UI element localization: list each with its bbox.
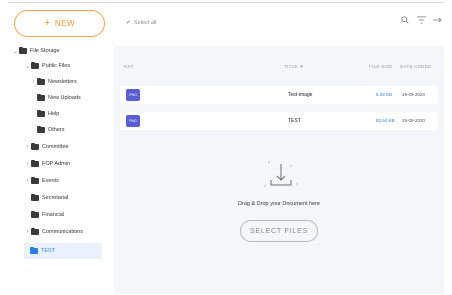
new-button-label: NEW <box>54 19 76 28</box>
file-title: Test-image <box>288 92 313 98</box>
new-button[interactable]: + NEW <box>14 10 105 37</box>
drop-zone[interactable]: Drag & Drop your Document here SELECT FI… <box>114 146 444 246</box>
tree-item-secretarial[interactable]: Secretarial <box>31 191 68 205</box>
png-file-icon: PNG <box>126 115 140 127</box>
tree-item-others[interactable]: Others <box>37 123 65 137</box>
file-list-panel: EXT TITLE ▼ FILE SIZE DATE ADDED PNG Tes… <box>114 46 444 294</box>
tree-item-public-files[interactable]: ⌄ Public Files <box>24 59 70 73</box>
select-files-button[interactable]: SELECT FILES <box>240 220 318 242</box>
folder-icon <box>37 77 45 85</box>
tree-item-label: FOP Admin <box>42 161 71 167</box>
table-row[interactable]: PNG Test-image 6.28 KB 29-09-2020 <box>120 86 438 104</box>
file-title: TEST <box>288 118 301 124</box>
folder-icon <box>31 159 39 167</box>
tree-item-test[interactable]: TEST <box>24 243 102 259</box>
toolbar-icons <box>400 15 442 25</box>
check-icon: ✔ <box>126 20 132 26</box>
tree-item-label: Communications <box>42 229 83 235</box>
column-header-file-size[interactable]: FILE SIZE <box>369 64 392 69</box>
folder-icon <box>19 46 27 54</box>
folder-icon <box>37 125 45 133</box>
chevron-right-icon[interactable]: › <box>24 229 31 235</box>
tree-item-label: Others <box>48 127 65 133</box>
column-header-ext[interactable]: EXT <box>124 64 134 69</box>
tree-item-label: Secretarial <box>42 195 69 201</box>
tree-item-label: Financial <box>42 212 65 218</box>
select-all-button[interactable]: ✔ Select all <box>126 19 157 27</box>
download-tray-icon <box>264 161 298 187</box>
tree-item-help[interactable]: Help <box>37 107 59 121</box>
chevron-right-icon[interactable]: › <box>24 178 31 184</box>
drop-instructions: Drag & Drop your Document here <box>238 201 320 207</box>
file-size: 82.64 KB <box>376 118 395 123</box>
folder-icon <box>37 93 45 101</box>
search-icon[interactable] <box>400 15 410 25</box>
chevron-down-icon[interactable]: ⌄ <box>12 48 19 55</box>
table-row[interactable]: PNG TEST 82.64 KB 29-09-2020 <box>120 112 438 130</box>
chevron-right-icon[interactable]: › <box>24 161 31 167</box>
tree-item-newsletters[interactable]: › Newsletters <box>30 75 77 89</box>
chevron-down-icon[interactable]: ⌄ <box>24 63 31 70</box>
column-header-title[interactable]: TITLE ▼ <box>284 64 304 69</box>
filter-icon[interactable] <box>416 15 426 25</box>
folder-icon <box>30 246 38 254</box>
tree-item-label: New Uploads <box>48 95 81 101</box>
tree-item-label: Help <box>48 111 60 117</box>
tree-item-committee[interactable]: › Committee <box>24 140 69 154</box>
tree-item-fop-admin[interactable]: › FOP Admin <box>24 157 70 171</box>
folder-icon <box>31 227 39 235</box>
folder-icon <box>31 176 39 184</box>
tree-item-label: Public Files <box>42 63 71 69</box>
top-divider <box>8 2 444 3</box>
chevron-right-icon[interactable]: › <box>30 79 37 85</box>
folder-icon <box>37 109 45 117</box>
folder-icon <box>31 61 39 69</box>
tree-item-new-uploads[interactable]: New Uploads <box>37 91 81 105</box>
tree-item-file-storage[interactable]: ⌄ File Storage <box>12 44 60 58</box>
tree-item-events[interactable]: › Events <box>24 174 59 188</box>
column-header-date-added[interactable]: DATE ADDED <box>400 64 431 69</box>
tree-item-label: Newsletters <box>48 79 77 85</box>
folder-tree: ⌄ File Storage ⌄ Public Files › Newslett… <box>0 44 110 295</box>
png-file-icon: PNG <box>126 89 140 101</box>
tree-item-label: TEST <box>41 248 56 254</box>
tree-item-financial[interactable]: Financial <box>31 208 64 222</box>
folder-icon <box>31 193 39 201</box>
tree-item-label: File Storage <box>30 48 60 54</box>
expand-icon[interactable] <box>432 15 442 25</box>
folder-icon <box>31 142 39 150</box>
folder-icon <box>31 210 39 218</box>
tree-item-label: Events <box>42 178 59 184</box>
chevron-right-icon[interactable]: › <box>24 144 31 150</box>
plus-icon: + <box>43 17 51 29</box>
file-date: 29-09-2020 <box>402 118 426 123</box>
tree-item-communications[interactable]: › Communications <box>24 225 83 239</box>
select-all-label: Select all <box>134 19 157 26</box>
tree-item-label: Committee <box>42 144 69 150</box>
file-size: 6.28 KB <box>376 92 393 97</box>
file-date: 29-09-2020 <box>402 92 426 97</box>
